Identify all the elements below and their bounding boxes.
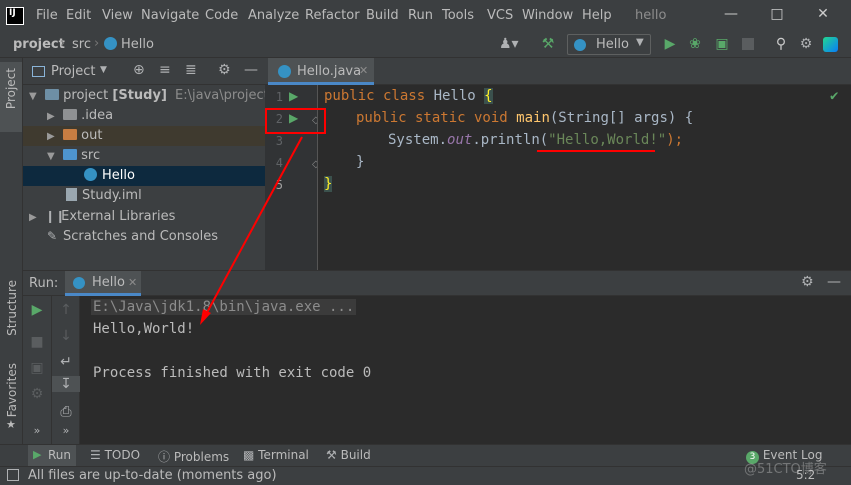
annotation-arrow bbox=[200, 136, 303, 325]
